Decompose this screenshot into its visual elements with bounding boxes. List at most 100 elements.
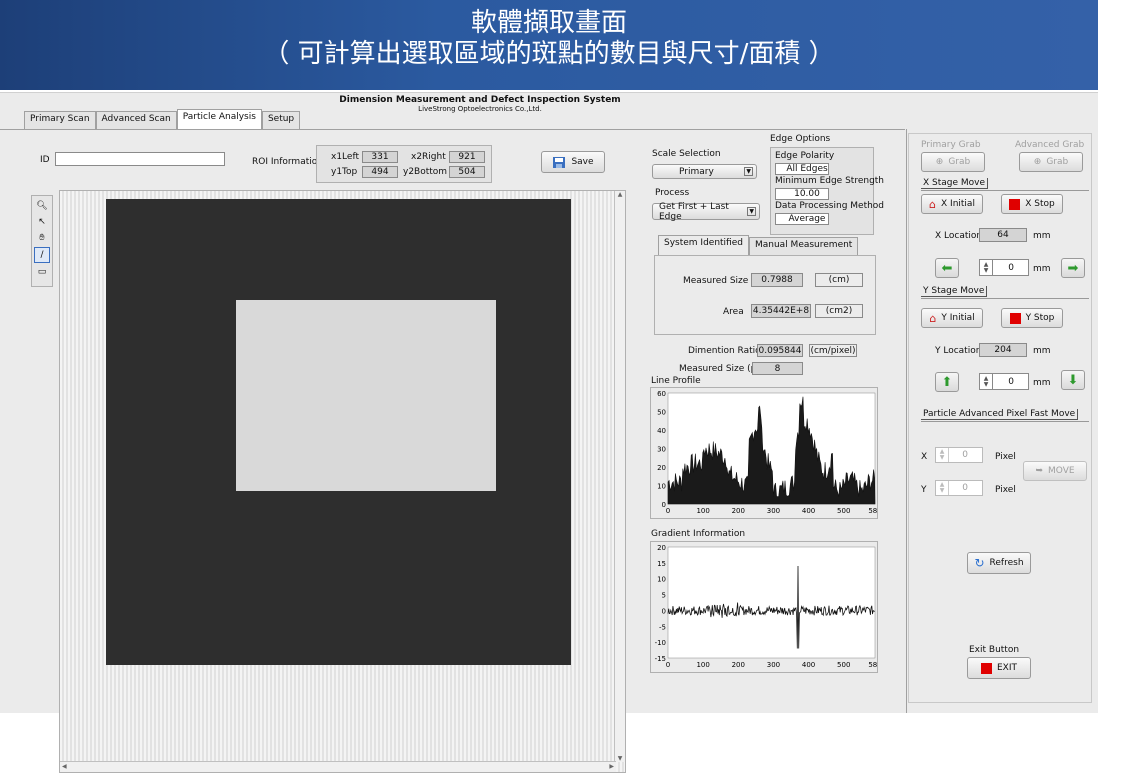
y-pixel-axis-label: Y xyxy=(921,485,927,495)
save-icon xyxy=(553,156,566,168)
exit-button[interactable]: EXIT xyxy=(967,657,1031,679)
tab-manual-measurement[interactable]: Manual Measurement xyxy=(748,237,859,255)
edge-options-panel: Edge Polarity All Edges Minimum Edge Str… xyxy=(770,147,884,235)
y-initial-text: Y Initial xyxy=(941,313,975,323)
y-stage-rule xyxy=(921,298,1089,299)
id-field[interactable] xyxy=(55,152,225,166)
y1top-value: 494 xyxy=(362,166,398,178)
data-method-select[interactable]: Average xyxy=(775,213,829,225)
y-tick-label: 20 xyxy=(657,544,666,552)
scale-select[interactable]: Primary ▼ xyxy=(652,164,757,179)
refresh-icon: ↻ xyxy=(974,556,985,570)
id-label: ID xyxy=(40,155,50,165)
x-stage-rule xyxy=(921,190,1089,191)
x-location-value: 64 xyxy=(979,228,1027,242)
y1top-label: y1Top xyxy=(331,167,358,177)
plus-circle-icon: ⊕ xyxy=(935,157,944,167)
refresh-button[interactable]: ↻ Refresh xyxy=(967,552,1031,574)
camera-image xyxy=(106,199,571,665)
tool-palette: 🔍︎ ↖ ✋︎ ∕ ▭ xyxy=(31,195,53,287)
y-location-label: Y Location xyxy=(935,346,982,356)
area-unit: (cm2) xyxy=(815,304,863,318)
y-step-field[interactable]: ▲ ▼ 0 xyxy=(979,373,1029,390)
x-pixel-field[interactable]: ▲ ▼ 0 xyxy=(935,447,983,463)
app-window: Dimension Measurement and Defect Inspect… xyxy=(0,92,1098,773)
process-select[interactable]: Get First + Last Edge ▼ xyxy=(652,201,760,222)
x-right-arrow-button[interactable]: ➡ xyxy=(1061,258,1085,278)
y-tick-label: 20 xyxy=(657,464,666,472)
x-tick-label: 400 xyxy=(802,661,815,669)
vertical-scrollbar[interactable]: ▲ ▼ xyxy=(614,191,625,762)
x-tick-label: 400 xyxy=(802,507,815,515)
y-step-value: 0 xyxy=(1008,376,1014,387)
y-stop-button[interactable]: Y Stop xyxy=(1001,308,1063,328)
x-pixel-spinner-icon[interactable]: ▲ ▼ xyxy=(936,448,949,462)
arrow-up-icon: ⬆ xyxy=(941,374,953,390)
x1left-label: x1Left xyxy=(331,152,359,162)
y-pixel-spinner-icon[interactable]: ▲ ▼ xyxy=(936,481,949,495)
stop-icon xyxy=(980,662,992,674)
measured-size-value: 0.7988 xyxy=(751,273,803,287)
x-location-unit: mm xyxy=(1033,231,1051,241)
y-down-arrow-button[interactable]: ⬇ xyxy=(1061,370,1085,390)
x-location-label: X Location xyxy=(935,231,983,241)
zoom-tool-icon[interactable]: 🔍︎ xyxy=(35,199,49,213)
y-tick-label: -15 xyxy=(655,655,666,663)
y-step-spinner-icon[interactable]: ▲ ▼ xyxy=(980,374,993,389)
move-arrow-icon: ➥ xyxy=(1035,466,1043,476)
tab-particle-analysis[interactable]: Particle Analysis xyxy=(176,109,262,129)
tab-system-identified[interactable]: System Identified xyxy=(658,235,749,255)
advanced-grab-button[interactable]: ⊕ Grab xyxy=(1019,152,1083,172)
roi-panel: x1Left 331 x2Right 921 y1Top 494 y2Botto… xyxy=(316,145,492,183)
refresh-text: Refresh xyxy=(989,558,1024,568)
x-initial-button[interactable]: ⌂ X Initial xyxy=(921,194,983,214)
tab-advanced-scan[interactable]: Advanced Scan xyxy=(95,111,177,129)
home-icon: ⌂ xyxy=(929,311,937,325)
x-step-spinner-icon[interactable]: ▲ ▼ xyxy=(980,260,993,275)
measurement-panel: Measured Size 0.7988 (cm) Area 4.35442E+… xyxy=(654,255,876,335)
primary-grab-button[interactable]: ⊕ Grab xyxy=(921,152,985,172)
line-tool-icon[interactable]: ∕ xyxy=(34,247,50,263)
scale-dropdown-icon: ▼ xyxy=(744,167,753,176)
measured-px-value: 8 xyxy=(752,362,803,375)
right-panel: Primary Grab Advanced Grab ⊕ Grab ⊕ Grab X… xyxy=(908,133,1092,703)
primary-grab-text: Grab xyxy=(948,157,971,167)
process-dropdown-icon: ▼ xyxy=(747,207,756,216)
y-tick-label: -10 xyxy=(655,639,666,647)
y-tick-label: 15 xyxy=(657,560,666,568)
tab-setup[interactable]: Setup xyxy=(261,111,301,129)
advanced-grab-text: Grab xyxy=(1046,157,1069,167)
x-tick-label: 0 xyxy=(666,507,670,515)
horizontal-scrollbar[interactable]: ◀ ▶ xyxy=(60,761,616,772)
y-pixel-field[interactable]: ▲ ▼ 0 xyxy=(935,480,983,496)
move-button[interactable]: ➥ MOVE xyxy=(1023,461,1087,481)
min-strength-field[interactable]: 10.00 xyxy=(775,188,829,200)
banner-subtitle: （ 可計算出選取區域的斑點的數目與尺寸/面積 ） xyxy=(263,39,835,69)
advanced-grab-label: Advanced Grab xyxy=(1015,140,1085,150)
tab-primary-scan[interactable]: Primary Scan xyxy=(24,111,96,129)
data-method-value: Average xyxy=(788,214,826,224)
pointer-tool-icon[interactable]: ↖ xyxy=(35,215,49,229)
y-up-arrow-button[interactable]: ⬆ xyxy=(935,372,959,392)
line-profile-title: Line Profile xyxy=(651,376,701,386)
pan-hand-icon[interactable]: ✋︎ xyxy=(35,231,49,245)
gradient-chart: 20 15 10 5 0 -5 -10 -15 0 100 200 300 400 500 589 xyxy=(650,541,878,673)
x-stop-button[interactable]: X Stop xyxy=(1001,194,1063,214)
y-initial-button[interactable]: ⌂ Y Initial xyxy=(921,308,983,328)
gradient-plot-area xyxy=(667,546,876,659)
rectangle-tool-icon[interactable]: ▭ xyxy=(35,265,49,279)
process-value: Get First + Last Edge xyxy=(659,201,729,222)
title-banner: 軟體擷取畫面 （ 可計算出選取區域的斑點的數目與尺寸/面積 ） xyxy=(0,0,1098,90)
x-left-arrow-button[interactable]: ⬅ xyxy=(935,258,959,278)
right-panel-divider xyxy=(906,129,907,713)
app-subtitle: LiveStrong Optoelectronics Co.,Ltd. xyxy=(418,105,542,113)
arrow-right-icon: ➡ xyxy=(1067,260,1079,276)
image-display[interactable]: ▲ ▼ ◀ ▶ xyxy=(59,190,626,773)
save-button[interactable]: Save xyxy=(541,151,605,173)
stop-icon xyxy=(1009,198,1021,210)
edge-polarity-select[interactable]: All Edges xyxy=(775,163,829,175)
area-label: Area xyxy=(723,307,744,317)
measurement-tabs: System Identified Manual Measurement xyxy=(658,235,859,257)
x-step-field[interactable]: ▲ ▼ 0 xyxy=(979,259,1029,276)
data-method-label: Data Processing Method xyxy=(775,201,885,211)
